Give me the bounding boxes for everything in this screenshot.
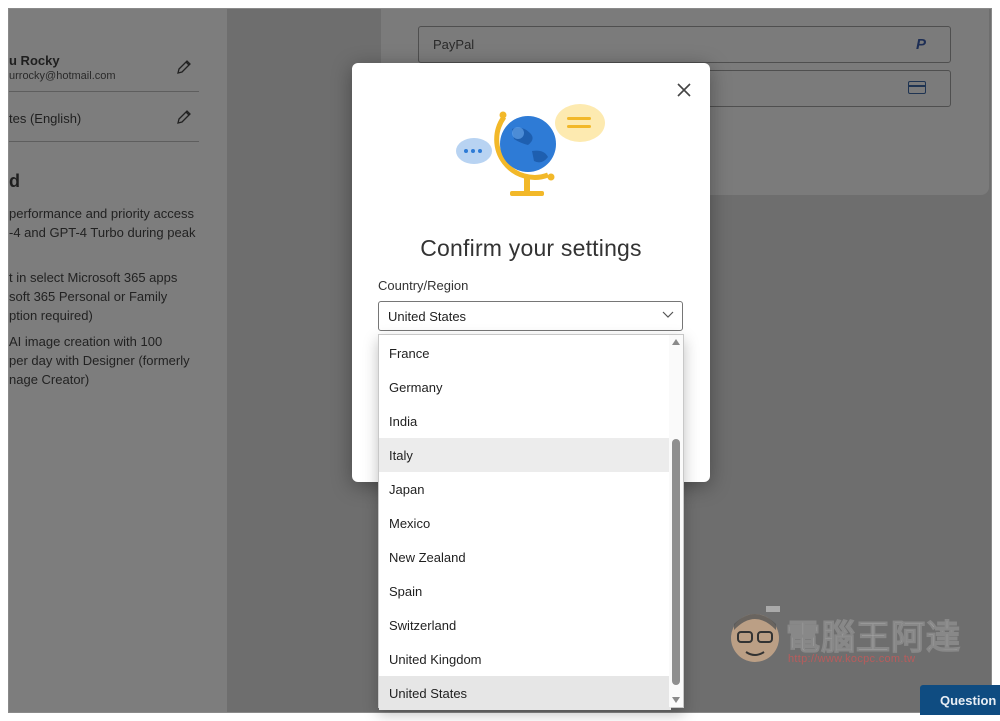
payment-label: PayPal [433,37,475,52]
scroll-down-arrow-icon[interactable] [672,697,680,703]
scrollbar-thumb[interactable] [672,439,680,685]
country-region-select[interactable]: United States [378,301,683,331]
dropdown-scrollbar[interactable] [669,335,683,707]
country-dropdown-list[interactable]: France Germany India Italy Japan Mexico … [378,334,684,710]
watermark-title: 電腦王阿達 [786,619,961,658]
benefit-line: AI image creation with 100 [9,334,163,349]
watermark-url: http://www.kocpc.com.tw [788,653,916,665]
chevron-down-icon [662,311,674,318]
payment-option-paypal[interactable]: PayPal P [418,26,951,63]
close-icon[interactable] [674,80,694,100]
benefit-line: soft 365 Personal or Family [9,289,168,304]
question-button[interactable]: Question [920,685,1000,715]
selected-country: United States [388,309,467,324]
scroll-up-arrow-icon[interactable] [672,339,680,345]
dropdown-option[interactable]: Mexico [379,506,671,540]
paypal-icon: P [915,36,926,53]
profile-email: urrocky@hotmail.com [9,70,116,82]
dropdown-option[interactable]: Germany [379,370,671,404]
plan-heading: d [9,171,20,191]
benefit-line: t in select Microsoft 365 apps [9,270,178,285]
dropdown-option-selected[interactable]: United States [379,676,671,710]
language-setting: tes (English) [9,111,82,126]
background-left-panel: u Rocky urrocky@hotmail.com tes (English… [9,9,227,712]
profile-name: u Rocky [9,53,60,68]
dropdown-option-hovered[interactable]: Italy [379,438,671,472]
dropdown-option[interactable]: New Zealand [379,540,671,574]
benefit-line: per day with Designer (formerly [9,353,190,368]
country-region-label: Country/Region [378,278,469,293]
watermark: 電腦王阿達 http://www.kocpc.com.tw [726,604,972,670]
dropdown-option[interactable]: Japan [379,472,671,506]
credit-card-icon [908,81,926,94]
globe-illustration [456,104,605,196]
benefit-line: performance and priority access [9,206,194,221]
benefit-line: -4 and GPT-4 Turbo during peak [9,225,196,240]
pencil-icon[interactable] [176,59,192,75]
benefit-line: ption required) [9,308,93,323]
dropdown-option[interactable]: India [379,404,671,438]
pencil-icon[interactable] [176,109,192,125]
dropdown-option[interactable]: Spain [379,574,671,608]
profile-divider [9,91,199,92]
dropdown-option[interactable]: Switzerland [379,608,671,642]
dialog-title: Confirm your settings [420,235,642,261]
benefit-line: nage Creator) [9,372,90,387]
dropdown-option[interactable]: France [379,336,671,370]
language-divider [9,141,199,142]
mascot-logo-icon [731,606,780,662]
dropdown-option[interactable]: United Kingdom [379,642,671,676]
